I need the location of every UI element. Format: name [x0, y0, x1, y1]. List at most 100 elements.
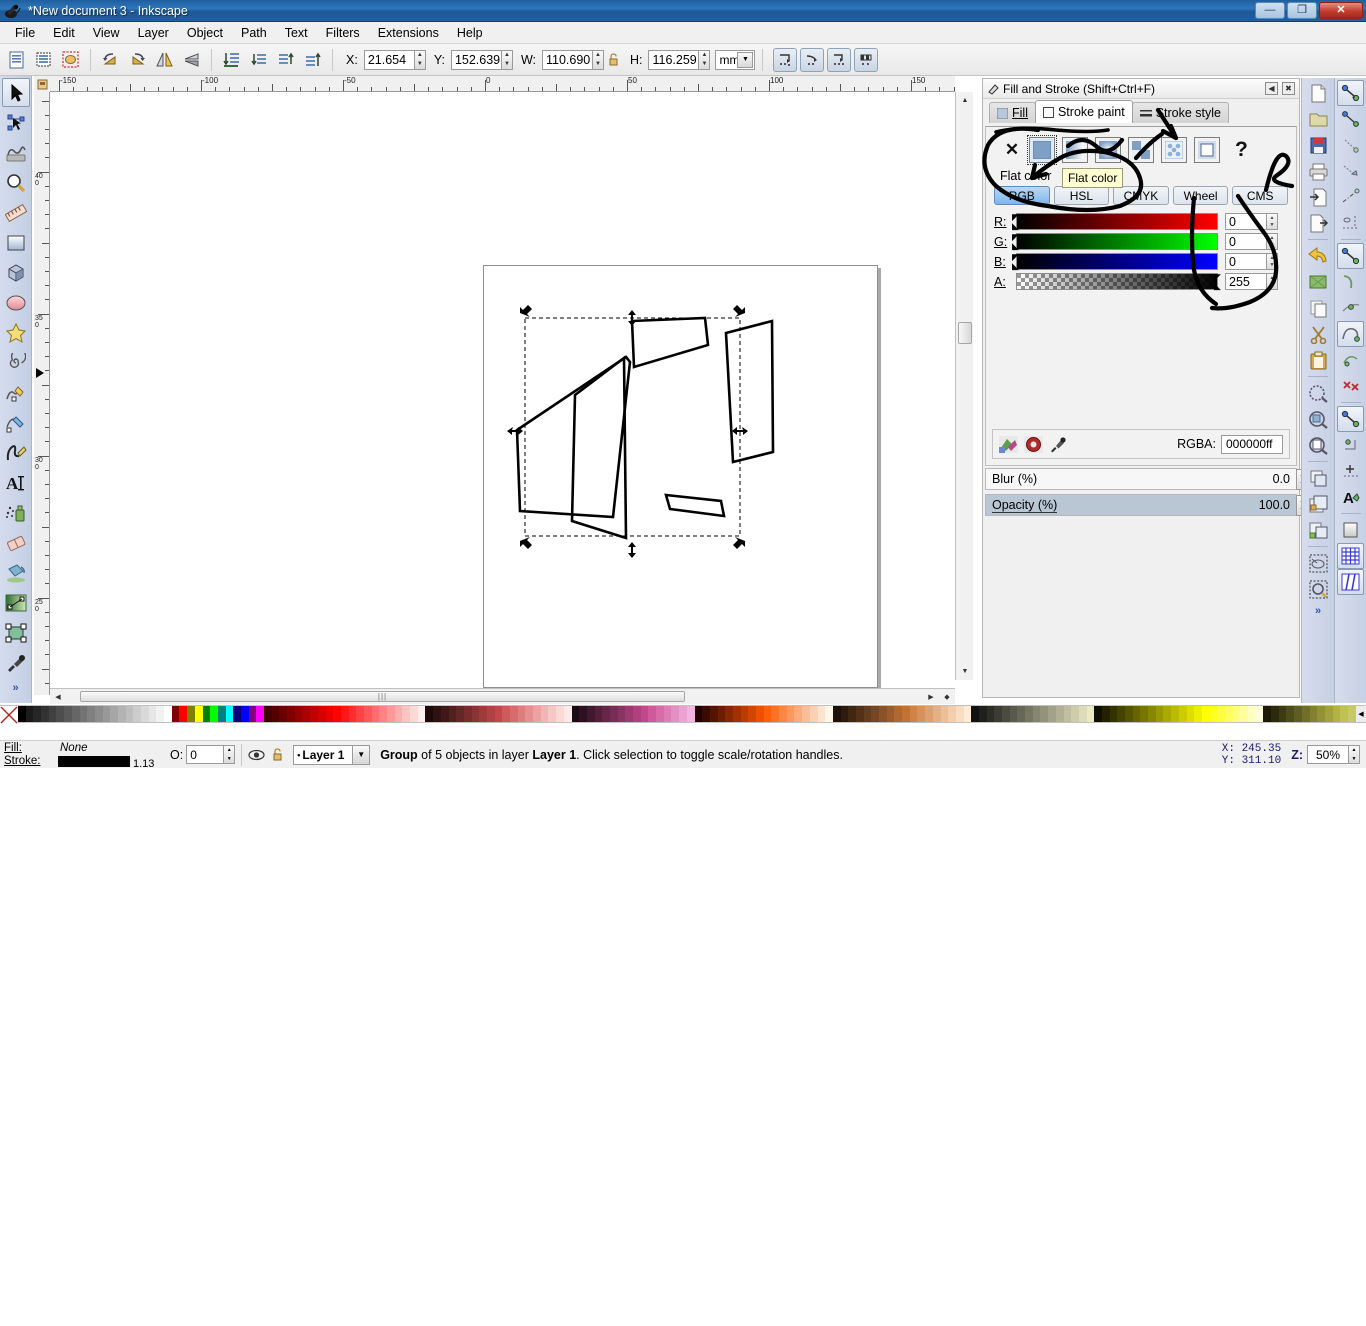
palette-swatch[interactable]: [802, 706, 810, 722]
x-input[interactable]: 21.654: [363, 49, 414, 70]
palette-swatch[interactable]: [363, 706, 372, 722]
snap-bbox-edge-midpoints-icon[interactable]: [854, 47, 879, 72]
measure-tool[interactable]: [2, 198, 30, 227]
select-all-icon[interactable]: [4, 47, 29, 72]
linear-gradient-button[interactable]: [1062, 137, 1088, 163]
palette-swatch[interactable]: [456, 706, 464, 722]
menu-object[interactable]: Object: [178, 24, 232, 42]
channel-r-handle[interactable]: ◤ ◣: [1012, 213, 1020, 232]
palette-swatch[interactable]: [1294, 706, 1302, 722]
snap-bounding-box-icon[interactable]: [1337, 106, 1364, 132]
palette-swatch[interactable]: [171, 706, 180, 722]
raise-one-step-icon[interactable]: [273, 47, 298, 72]
palette-swatch[interactable]: [502, 706, 510, 722]
palette-swatch[interactable]: [763, 706, 772, 722]
snap-page-border-icon[interactable]: [1337, 517, 1364, 543]
palette-swatch[interactable]: [732, 706, 741, 722]
snap-bbox-corners-icon[interactable]: [827, 47, 852, 72]
snap-bbox-edges-icon[interactable]: [800, 47, 825, 72]
palette-swatch[interactable]: [394, 706, 403, 722]
palette-swatch[interactable]: [156, 706, 165, 722]
minimize-button[interactable]: —: [1255, 2, 1285, 19]
palette-swatch[interactable]: [1171, 706, 1179, 722]
y-input[interactable]: 152.639: [450, 49, 501, 70]
palette-swatch[interactable]: [1009, 706, 1018, 722]
palette-swatch[interactable]: [294, 706, 303, 722]
lower-one-step-icon[interactable]: [246, 47, 271, 72]
palette-swatch[interactable]: [256, 706, 264, 722]
palette-swatch[interactable]: [533, 706, 541, 722]
palette-swatch[interactable]: [102, 706, 111, 722]
swatch-button[interactable]: [1161, 137, 1187, 163]
snap-bounding-box-icon[interactable]: [773, 47, 798, 72]
stroke-color-swatch[interactable]: [58, 755, 130, 767]
palette-swatch[interactable]: [709, 706, 718, 722]
palette-swatch[interactable]: [1201, 706, 1210, 722]
close-button[interactable]: ✕: [1319, 2, 1363, 19]
palette-swatch[interactable]: [955, 706, 964, 722]
snap-path-intersections-icon[interactable]: [1337, 295, 1364, 321]
palette-swatch[interactable]: [1109, 706, 1118, 722]
channel-a-spin[interactable]: ▲ ▼: [1267, 273, 1278, 290]
xml-editor-icon[interactable]: [1305, 550, 1332, 576]
palette-swatch[interactable]: [779, 706, 787, 722]
horizontal-scroll-thumb[interactable]: |||: [80, 691, 685, 702]
w-spin-buttons[interactable]: ▲ ▼: [591, 49, 604, 70]
duplicate-icon[interactable]: [1305, 465, 1332, 491]
save-document-icon[interactable]: [1305, 132, 1332, 158]
palette-swatch[interactable]: [240, 706, 249, 722]
palette-swatch[interactable]: [1309, 706, 1318, 722]
palette-swatch[interactable]: [1255, 706, 1264, 722]
palette-swatch[interactable]: [794, 706, 803, 722]
radial-gradient-button[interactable]: [1095, 137, 1121, 163]
palette-swatch[interactable]: [356, 706, 364, 722]
tab-fill[interactable]: Fill: [989, 102, 1036, 123]
eraser-tool[interactable]: [2, 528, 30, 557]
spiral-tool[interactable]: [2, 348, 30, 377]
lower-to-bottom-icon[interactable]: [219, 47, 244, 72]
palette-swatch[interactable]: [871, 706, 879, 722]
drawing-canvas[interactable]: [50, 92, 955, 695]
channel-b-spin[interactable]: ▲ ▼: [1267, 253, 1278, 270]
select-all-in-layers-icon[interactable]: [31, 47, 56, 72]
menu-help[interactable]: Help: [448, 24, 492, 42]
zoom-page-icon[interactable]: [1305, 432, 1332, 458]
palette-swatch[interactable]: [556, 706, 564, 722]
connector-tool[interactable]: [2, 618, 30, 647]
palette-swatch[interactable]: [18, 706, 26, 722]
palette-swatch[interactable]: [210, 706, 218, 722]
deselect-icon[interactable]: [58, 47, 83, 72]
palette-swatch[interactable]: [648, 706, 657, 722]
layer-name[interactable]: • Layer 1: [293, 744, 354, 765]
x-stepper[interactable]: 21.654 ▲ ▼: [363, 49, 426, 70]
color-mode-rgba[interactable]: RGB: [994, 186, 1050, 205]
palette-swatch[interactable]: [1125, 706, 1133, 722]
zoom-input[interactable]: 50%: [1307, 745, 1349, 764]
palette-swatch[interactable]: [925, 706, 933, 722]
rotate-90-cw-icon[interactable]: [125, 47, 150, 72]
snap-cusp-nodes-icon[interactable]: [1337, 321, 1364, 347]
palette-swatch[interactable]: [548, 706, 557, 722]
palette-swatch[interactable]: [694, 706, 703, 722]
palette-swatch[interactable]: [479, 706, 487, 722]
maximize-button[interactable]: ❐: [1287, 2, 1317, 19]
scroll-left-arrow-icon[interactable]: ◀: [52, 691, 64, 702]
palette-swatch[interactable]: [56, 706, 65, 722]
opacity-input[interactable]: 0: [186, 745, 225, 764]
palette-swatch[interactable]: [540, 706, 549, 722]
palette-swatch[interactable]: [387, 706, 395, 722]
panel-close-button[interactable]: ✖: [1282, 82, 1295, 95]
palette-swatch[interactable]: [87, 706, 95, 722]
vertical-scroll-thumb[interactable]: [958, 322, 972, 344]
palette-swatch[interactable]: [1186, 706, 1195, 722]
new-document-icon[interactable]: [1305, 80, 1332, 106]
group-icon[interactable]: [1305, 491, 1332, 517]
palette-swatch[interactable]: [440, 706, 449, 722]
layer-selector[interactable]: • Layer 1 ▼: [293, 744, 371, 765]
palette-swatch[interactable]: [233, 706, 241, 722]
palette-swatch[interactable]: [1240, 706, 1248, 722]
gradient-tool[interactable]: [2, 588, 30, 617]
palette-swatch[interactable]: [425, 706, 434, 722]
palette-swatch[interactable]: [463, 706, 472, 722]
palette-swatch[interactable]: [48, 706, 57, 722]
